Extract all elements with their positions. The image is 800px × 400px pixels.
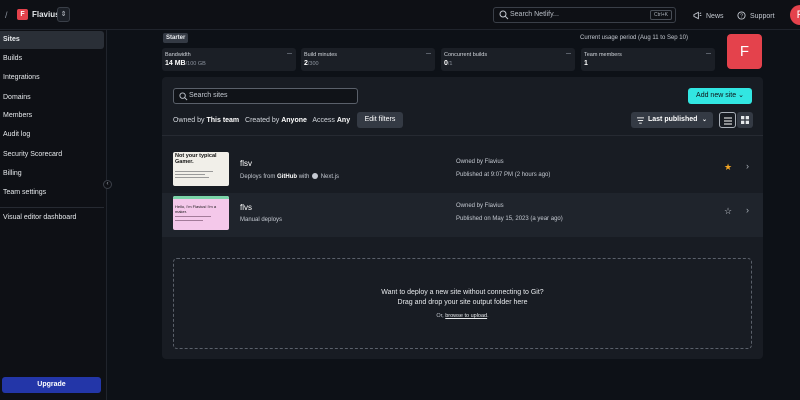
site-search-placeholder: Search sites [189, 92, 228, 99]
sort-dropdown[interactable]: Last published ⌄ [631, 112, 713, 128]
usage-card-value: 1 [584, 60, 588, 67]
usage-card-indicator [566, 53, 571, 54]
sidebar-item-sites[interactable]: Sites [0, 31, 104, 49]
support-label: Support [750, 13, 775, 20]
site-deploy-info: Deploys from GitHub with Next.js [240, 173, 340, 180]
active-filters: Owned by This team Created by Anyone Acc… [173, 117, 350, 124]
site-owner: Owned by Flavius [456, 159, 504, 165]
global-search-input[interactable]: Search Netlify... Ctrl+K [493, 7, 676, 23]
site-thumbnail: Hello, I'm Flavius! I'm a maker. [173, 196, 229, 230]
search-icon [179, 92, 188, 101]
site-published-time: Published at 9:07 PM (2 hours ago) [456, 172, 551, 178]
usage-card-label: Bandwidth [165, 52, 191, 58]
usage-card-value: 14 MB/100 GB [165, 60, 206, 67]
star-filled-icon[interactable]: ★ [724, 162, 732, 173]
search-shortcut-hint: Ctrl+K [649, 10, 672, 20]
usage-card-build-minutes[interactable]: Build minutes 2/300 [301, 48, 435, 71]
top-bar: / F Flavius ⇕ Search Netlify... Ctrl+K N… [0, 0, 800, 30]
plan-badge: Starter [163, 33, 189, 43]
dropzone-heading: Want to deploy a new site without connec… [381, 289, 544, 296]
grid-view-toggle[interactable] [737, 112, 753, 128]
team-name[interactable]: Flavius [32, 10, 60, 19]
chevron-right-icon[interactable]: › [746, 205, 749, 215]
site-thumbnail: Not your typical Gamer. [173, 152, 229, 186]
usage-card-value: 2/300 [304, 60, 319, 67]
site-name[interactable]: flsv [240, 159, 252, 168]
star-outline-icon[interactable]: ☆ [724, 206, 732, 217]
sidebar-item-domains[interactable]: Domains [0, 89, 104, 107]
usage-card-bandwidth[interactable]: Bandwidth 14 MB/100 GB [162, 48, 296, 71]
sidebar-item-billing[interactable]: Billing [0, 165, 104, 183]
list-icon [724, 117, 732, 125]
sidebar-item-integrations[interactable]: Integrations [0, 69, 104, 87]
chevron-down-icon: ⌄ [701, 117, 707, 123]
add-new-site-button[interactable]: Add new site ⌄ [688, 88, 752, 104]
usage-card-indicator [706, 53, 711, 54]
breadcrumb-separator: / [5, 10, 8, 20]
usage-card-label: Concurrent builds [444, 52, 488, 58]
sort-label: Last published [648, 116, 698, 123]
thumbnail-heading: Hello, I'm Flavius! I'm a maker. [175, 204, 217, 214]
nextjs-icon [312, 173, 319, 179]
sidebar-item-audit-log[interactable]: Audit log [0, 126, 104, 144]
thumbnail-heading: Not your typical Gamer. [175, 153, 217, 165]
sidebar-item-security-scorecard[interactable]: Security Scorecard [0, 146, 104, 164]
list-view-toggle[interactable] [719, 112, 736, 128]
grid-icon [741, 116, 749, 124]
search-icon [499, 10, 509, 20]
megaphone-icon [693, 11, 702, 20]
collapse-sidebar-button[interactable]: ‹ [103, 180, 112, 189]
sort-icon [637, 117, 644, 124]
browse-to-upload-link[interactable]: browse to upload [445, 313, 487, 319]
usage-card-indicator [287, 53, 292, 54]
site-deploy-info: Manual deploys [240, 217, 283, 223]
dropzone-instruction: Drag and drop your site output folder he… [397, 299, 528, 306]
team-avatar[interactable]: F [17, 9, 28, 20]
user-avatar[interactable]: F [790, 5, 800, 25]
usage-card-indicator [426, 53, 431, 54]
news-link[interactable]: News [693, 11, 724, 20]
usage-card-concurrent-builds[interactable]: Concurrent builds 0/1 [441, 48, 575, 71]
sidebar-item-builds[interactable]: Builds [0, 50, 104, 68]
upgrade-button[interactable]: Upgrade [2, 377, 101, 393]
help-circle-icon: ? [737, 11, 746, 20]
site-owner: Owned by Flavius [456, 203, 504, 209]
filter-owned-by[interactable]: Owned by This team [173, 117, 239, 124]
global-search-placeholder: Search Netlify... [510, 11, 559, 18]
dropzone-browse: Or, browse to upload. [436, 313, 489, 319]
filter-created-by[interactable]: Created by Anyone [245, 117, 307, 124]
sidebar-item-members[interactable]: Members [0, 107, 104, 125]
filter-access[interactable]: Access Any [312, 117, 350, 124]
site-name[interactable]: flvs [240, 203, 252, 212]
chevron-right-icon[interactable]: › [746, 161, 749, 171]
team-large-avatar: F [727, 34, 762, 69]
site-row-flvs[interactable]: Hello, I'm Flavius! I'm a maker. flvs Ma… [162, 193, 763, 237]
team-switcher-button[interactable]: ⇕ [57, 7, 70, 22]
svg-text:?: ? [740, 14, 743, 20]
support-link[interactable]: ? Support [737, 11, 775, 20]
list-divider [162, 135, 763, 136]
sidebar-divider [0, 207, 104, 208]
news-label: News [706, 13, 724, 20]
sidebar: Sites Builds Integrations Domains Member… [0, 30, 107, 400]
sidebar-item-visual-editor[interactable]: Visual editor dashboard [0, 209, 104, 227]
sidebar-item-team-settings[interactable]: Team settings [0, 184, 104, 202]
site-published-time: Published on May 15, 2023 (a year ago) [456, 216, 563, 222]
usage-card-label: Build minutes [304, 52, 338, 58]
usage-card-team-members[interactable]: Team members 1 [581, 48, 715, 71]
deploy-dropzone[interactable]: Want to deploy a new site without connec… [173, 258, 752, 349]
usage-card-label: Team members [584, 52, 622, 58]
usage-period: Current usage period (Aug 11 to Sep 10) [580, 35, 688, 41]
usage-card-value: 0/1 [444, 60, 453, 67]
edit-filters-button[interactable]: Edit filters [357, 112, 403, 128]
site-row-flsv[interactable]: Not your typical Gamer. flsv Deploys fro… [162, 149, 763, 193]
site-search-input[interactable]: Search sites [173, 88, 358, 104]
chevron-down-icon: ⌄ [738, 92, 744, 99]
